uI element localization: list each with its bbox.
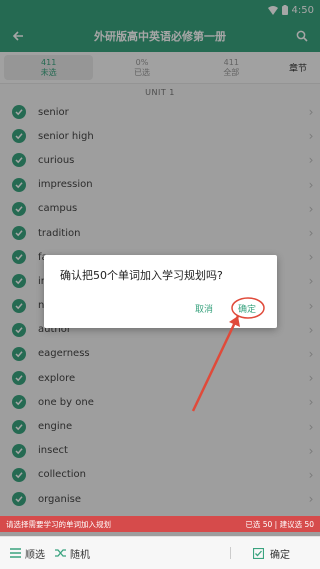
sequential-select-button[interactable]: 顺选 [10, 546, 45, 561]
ok-button[interactable]: 确定 [238, 302, 256, 315]
confirm-button[interactable]: 确定 [253, 546, 290, 561]
divider [230, 547, 231, 559]
banner-count: 已选 50 | 建议选 50 [245, 519, 314, 529]
shuffle-icon [55, 549, 66, 557]
random-label: 随机 [70, 549, 90, 561]
random-select-button[interactable]: 随机 [55, 546, 90, 561]
selection-banner: 请选择需要学习的单词加入规划 已选 50 | 建议选 50 [0, 516, 320, 532]
confirm-dialog: 确认把50个单词加入学习规划吗? 取消 确定 [44, 255, 277, 328]
banner-hint: 请选择需要学习的单词加入规划 [6, 519, 111, 529]
cancel-button[interactable]: 取消 [195, 302, 213, 315]
bottom-bar: 顺选 随机 确定 [0, 536, 320, 569]
confirm-label: 确定 [270, 549, 290, 561]
sequential-label: 顺选 [25, 549, 45, 561]
list-icon [10, 548, 21, 558]
dialog-message: 确认把50个单词加入学习规划吗? [60, 269, 223, 282]
edit-check-icon [253, 547, 264, 559]
